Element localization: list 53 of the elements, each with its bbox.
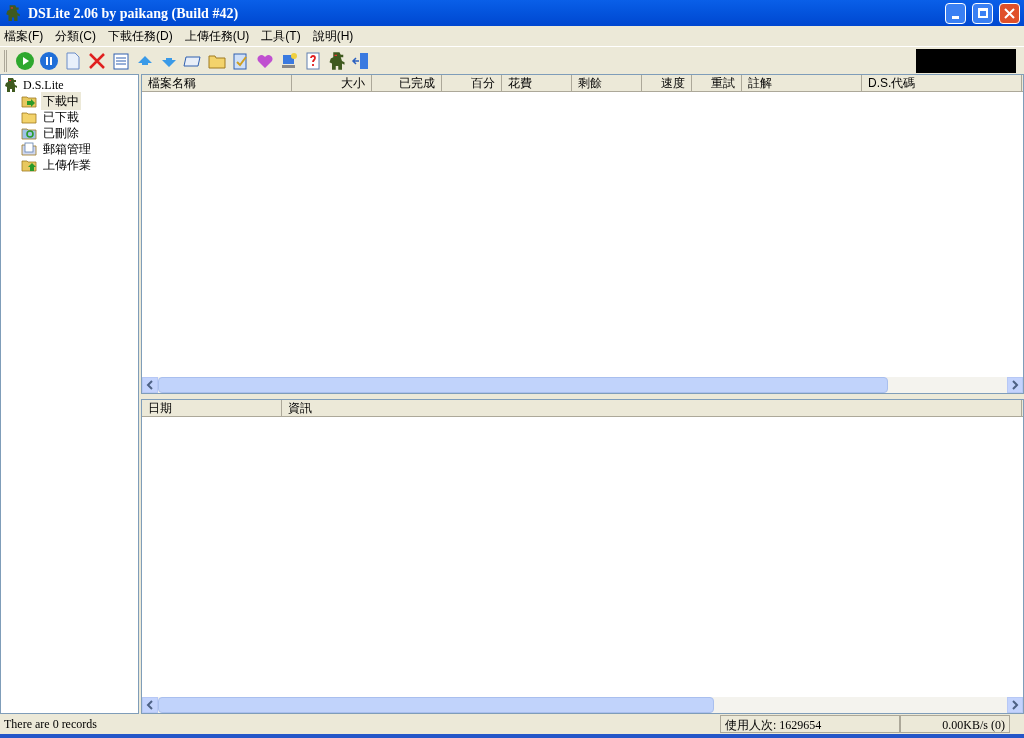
column-header[interactable]: 大小 <box>292 75 372 91</box>
column-header[interactable]: 重試 <box>692 75 742 91</box>
column-header[interactable]: 剩餘 <box>572 75 642 91</box>
tree-root[interactable]: D.S.Lite <box>23 76 64 94</box>
status-text: 0.00KB/s (0) <box>900 715 1010 733</box>
minimize-button[interactable] <box>945 2 966 24</box>
monster-icon <box>3 77 19 93</box>
monster-icon <box>327 50 347 71</box>
properties-icon[interactable] <box>111 50 131 71</box>
folder-icon <box>21 110 37 124</box>
maximize-button[interactable] <box>972 2 993 24</box>
menu-item[interactable]: 下載任務(D) <box>108 27 173 45</box>
delete-icon[interactable] <box>87 50 107 71</box>
help-icon[interactable] <box>303 50 323 71</box>
column-header[interactable]: 花費 <box>502 75 572 91</box>
column-header[interactable]: 註解 <box>742 75 862 91</box>
folder-arrow-icon <box>21 158 37 172</box>
tree-item[interactable]: 下載中 <box>41 92 81 110</box>
app-icon <box>4 4 22 22</box>
pause-icon[interactable] <box>39 50 59 71</box>
column-header[interactable]: 百分 <box>442 75 502 91</box>
tree-item[interactable]: 郵箱管理 <box>41 140 93 158</box>
horizontal-scrollbar[interactable] <box>142 377 1023 393</box>
column-header[interactable]: 速度 <box>642 75 692 91</box>
scroll-right-icon[interactable] <box>1007 697 1023 713</box>
column-header[interactable]: 檔案名稱 <box>142 75 292 91</box>
tree-item[interactable]: 上傳作業 <box>41 156 93 174</box>
scroll-right-icon[interactable] <box>1007 377 1023 393</box>
menu-item[interactable]: 工具(T) <box>261 27 301 45</box>
tree-item[interactable]: 已刪除 <box>41 124 81 142</box>
exit-door-icon[interactable] <box>351 50 371 71</box>
column-header[interactable]: 日期 <box>142 400 282 416</box>
scroll-left-icon[interactable] <box>142 697 158 713</box>
horizontal-scrollbar[interactable] <box>142 697 1023 713</box>
column-header[interactable]: 已完成 <box>372 75 442 91</box>
tree-item[interactable]: 已下載 <box>41 108 81 126</box>
close-button[interactable] <box>999 2 1020 24</box>
scroll-left-icon[interactable] <box>142 377 158 393</box>
mailbox-icon <box>21 142 37 156</box>
status-text: 使用人次: 1629654 <box>720 715 900 733</box>
menu-item[interactable]: 上傳任務(U) <box>184 27 250 45</box>
status-text: There are 0 records <box>3 716 98 733</box>
menu-item[interactable]: 說明(H) <box>312 27 354 45</box>
menu-item[interactable]: 檔案(F) <box>4 27 44 45</box>
recycle-icon <box>21 126 37 140</box>
column-header[interactable]: 資訊 <box>282 400 1022 416</box>
computer-icon[interactable] <box>279 50 299 71</box>
column-header[interactable]: D.S.代碼 <box>862 75 1022 91</box>
folder-arrow-icon <box>21 94 37 108</box>
window-title: DSLite 2.06 by paikang (Build #42) <box>28 4 239 23</box>
play-icon[interactable] <box>15 50 35 71</box>
menu-item[interactable]: 分類(C) <box>55 27 96 45</box>
close-icon <box>1004 7 1015 19</box>
